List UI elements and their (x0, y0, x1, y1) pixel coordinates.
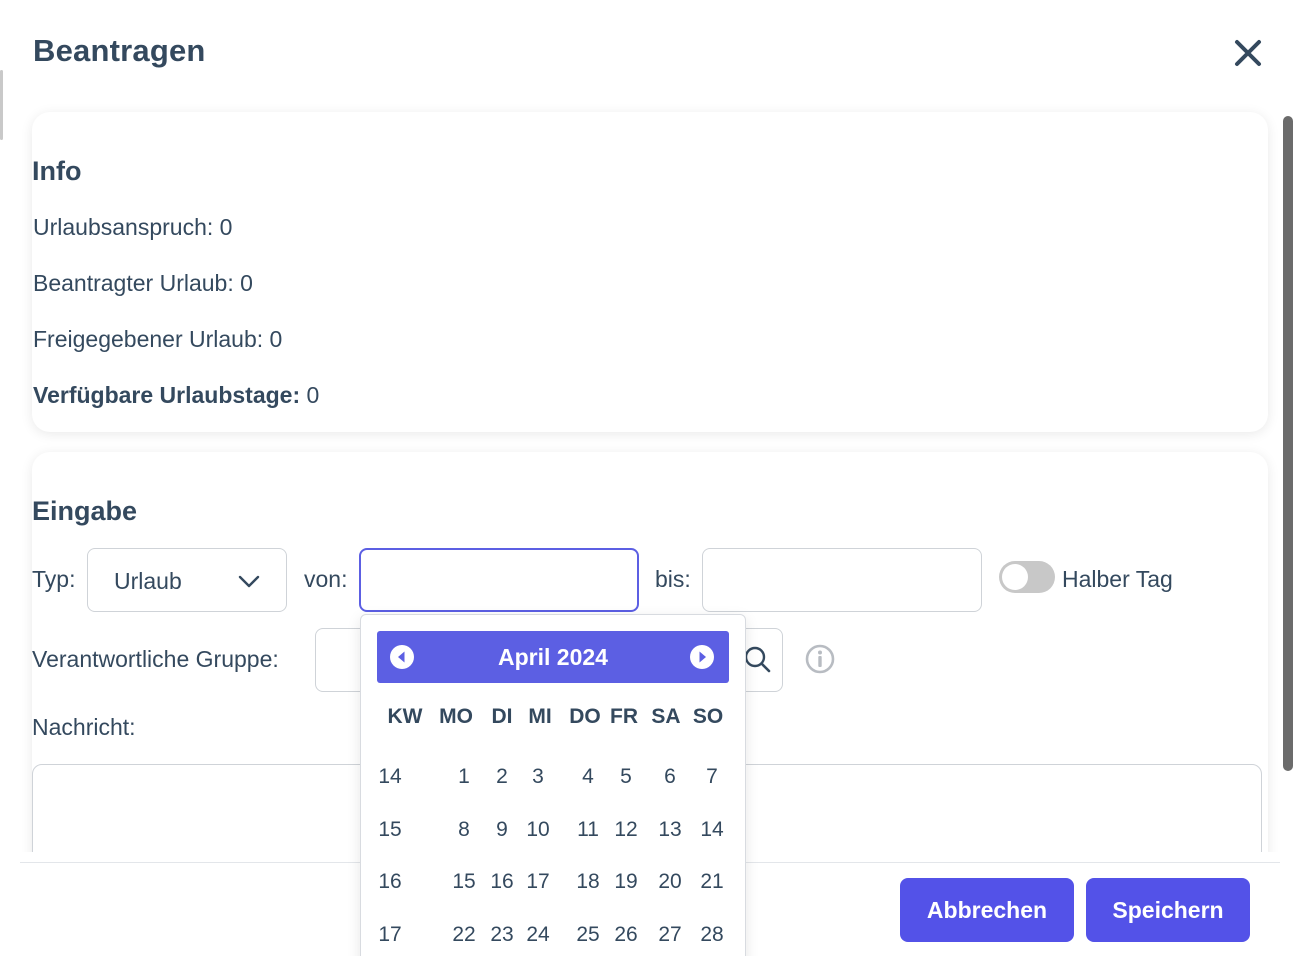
weekday-header-fr: FR (610, 705, 638, 728)
chevron-down-icon (238, 575, 260, 588)
weekday-header-di: DI (491, 705, 513, 728)
von-label: von: (304, 566, 348, 592)
weekday-header-so: SO (692, 705, 724, 728)
calendar-day[interactable]: 16 (485, 870, 519, 894)
calendar-day[interactable]: 11 (571, 818, 605, 842)
calendar-day[interactable]: 8 (447, 818, 481, 842)
freigegebener-urlaub-text: Freigegebener Urlaub: 0 (33, 326, 283, 352)
calendar-day[interactable]: 15 (447, 870, 481, 894)
calendar-day[interactable]: 10 (521, 818, 555, 842)
calendar-day[interactable]: 5 (609, 765, 643, 789)
calendar-day[interactable]: 25 (571, 923, 605, 947)
cancel-button[interactable]: Abbrechen (900, 878, 1074, 942)
calendar-day[interactable]: 23 (485, 923, 519, 947)
weekday-header-kw: KW (387, 705, 423, 728)
close-button[interactable] (1230, 35, 1266, 71)
page-edge-shadow (0, 70, 3, 140)
calendar-day[interactable]: 6 (653, 765, 687, 789)
calendar-day[interactable]: 28 (695, 923, 729, 947)
typ-select[interactable]: Urlaub (87, 548, 287, 612)
calendar-day[interactable]: 20 (653, 870, 687, 894)
calendar-day[interactable]: 14 (695, 818, 729, 842)
datepicker-month-title: April 2024 (498, 644, 608, 670)
info-section-title: Info (32, 156, 82, 186)
calendar-day[interactable]: 7 (695, 765, 729, 789)
weekday-header-do: DO (569, 705, 601, 728)
info-icon[interactable] (804, 643, 836, 675)
nachricht-label: Nachricht: (32, 714, 136, 740)
calendar-day[interactable]: 4 (571, 765, 605, 789)
scrollbar-thumb[interactable] (1283, 116, 1293, 771)
von-date-input[interactable] (359, 548, 639, 612)
save-button[interactable]: Speichern (1086, 878, 1250, 942)
calendar-day[interactable]: 22 (447, 923, 481, 947)
modal-title: Beantragen (33, 33, 206, 68)
close-icon (1235, 40, 1261, 66)
search-icon[interactable] (742, 644, 772, 674)
urlaubsanspruch-text: Urlaubsanspruch: 0 (33, 214, 233, 240)
calendar-day[interactable]: 26 (609, 923, 643, 947)
next-month-icon[interactable] (689, 644, 715, 670)
calendar-day[interactable]: 18 (571, 870, 605, 894)
eingabe-section-title: Eingabe (32, 496, 138, 526)
verantwortliche-gruppe-label: Verantwortliche Gruppe: (32, 646, 279, 672)
calendar-day[interactable]: 1 (447, 765, 481, 789)
week-number: 16 (378, 870, 402, 893)
calendar-day[interactable]: 2 (485, 765, 519, 789)
beantragter-urlaub-text: Beantragter Urlaub: 0 (33, 270, 253, 296)
datepicker-popup: April 2024 KW MO DI MI DO FR SA SO 14 1 2 3 4 5 6 7 15 8 9… (360, 614, 746, 956)
week-number: 14 (378, 765, 402, 788)
calendar-day[interactable]: 24 (521, 923, 555, 947)
calendar-day[interactable]: 9 (485, 818, 519, 842)
verfuegbare-urlaubstage-text: Verfügbare Urlaubstage: 0 (33, 382, 319, 409)
typ-select-value: Urlaub (114, 568, 182, 594)
typ-label: Typ: (32, 566, 76, 592)
calendar-day[interactable]: 17 (521, 870, 555, 894)
week-number: 17 (378, 923, 402, 946)
halber-tag-label: Halber Tag (1062, 566, 1173, 592)
calendar-day[interactable]: 12 (609, 818, 643, 842)
calendar-day[interactable]: 27 (653, 923, 687, 947)
weekday-header-mo: MO (439, 705, 473, 728)
week-number: 15 (378, 818, 402, 841)
bis-label: bis: (655, 566, 691, 592)
calendar-day[interactable]: 19 (609, 870, 643, 894)
weekday-header-mi: MI (528, 705, 552, 728)
weekday-header-sa: SA (651, 705, 681, 728)
halber-tag-toggle[interactable] (999, 561, 1055, 593)
calendar-day[interactable]: 21 (695, 870, 729, 894)
calendar-day[interactable]: 13 (653, 818, 687, 842)
toggle-knob (1002, 564, 1028, 590)
verfuegbare-urlaubstage-label: Verfügbare Urlaubstage: (33, 382, 301, 408)
calendar-day[interactable]: 3 (521, 765, 555, 789)
bis-date-input[interactable] (702, 548, 982, 612)
verfuegbare-urlaubstage-value: 0 (300, 382, 320, 408)
datepicker-header: April 2024 (377, 631, 729, 683)
